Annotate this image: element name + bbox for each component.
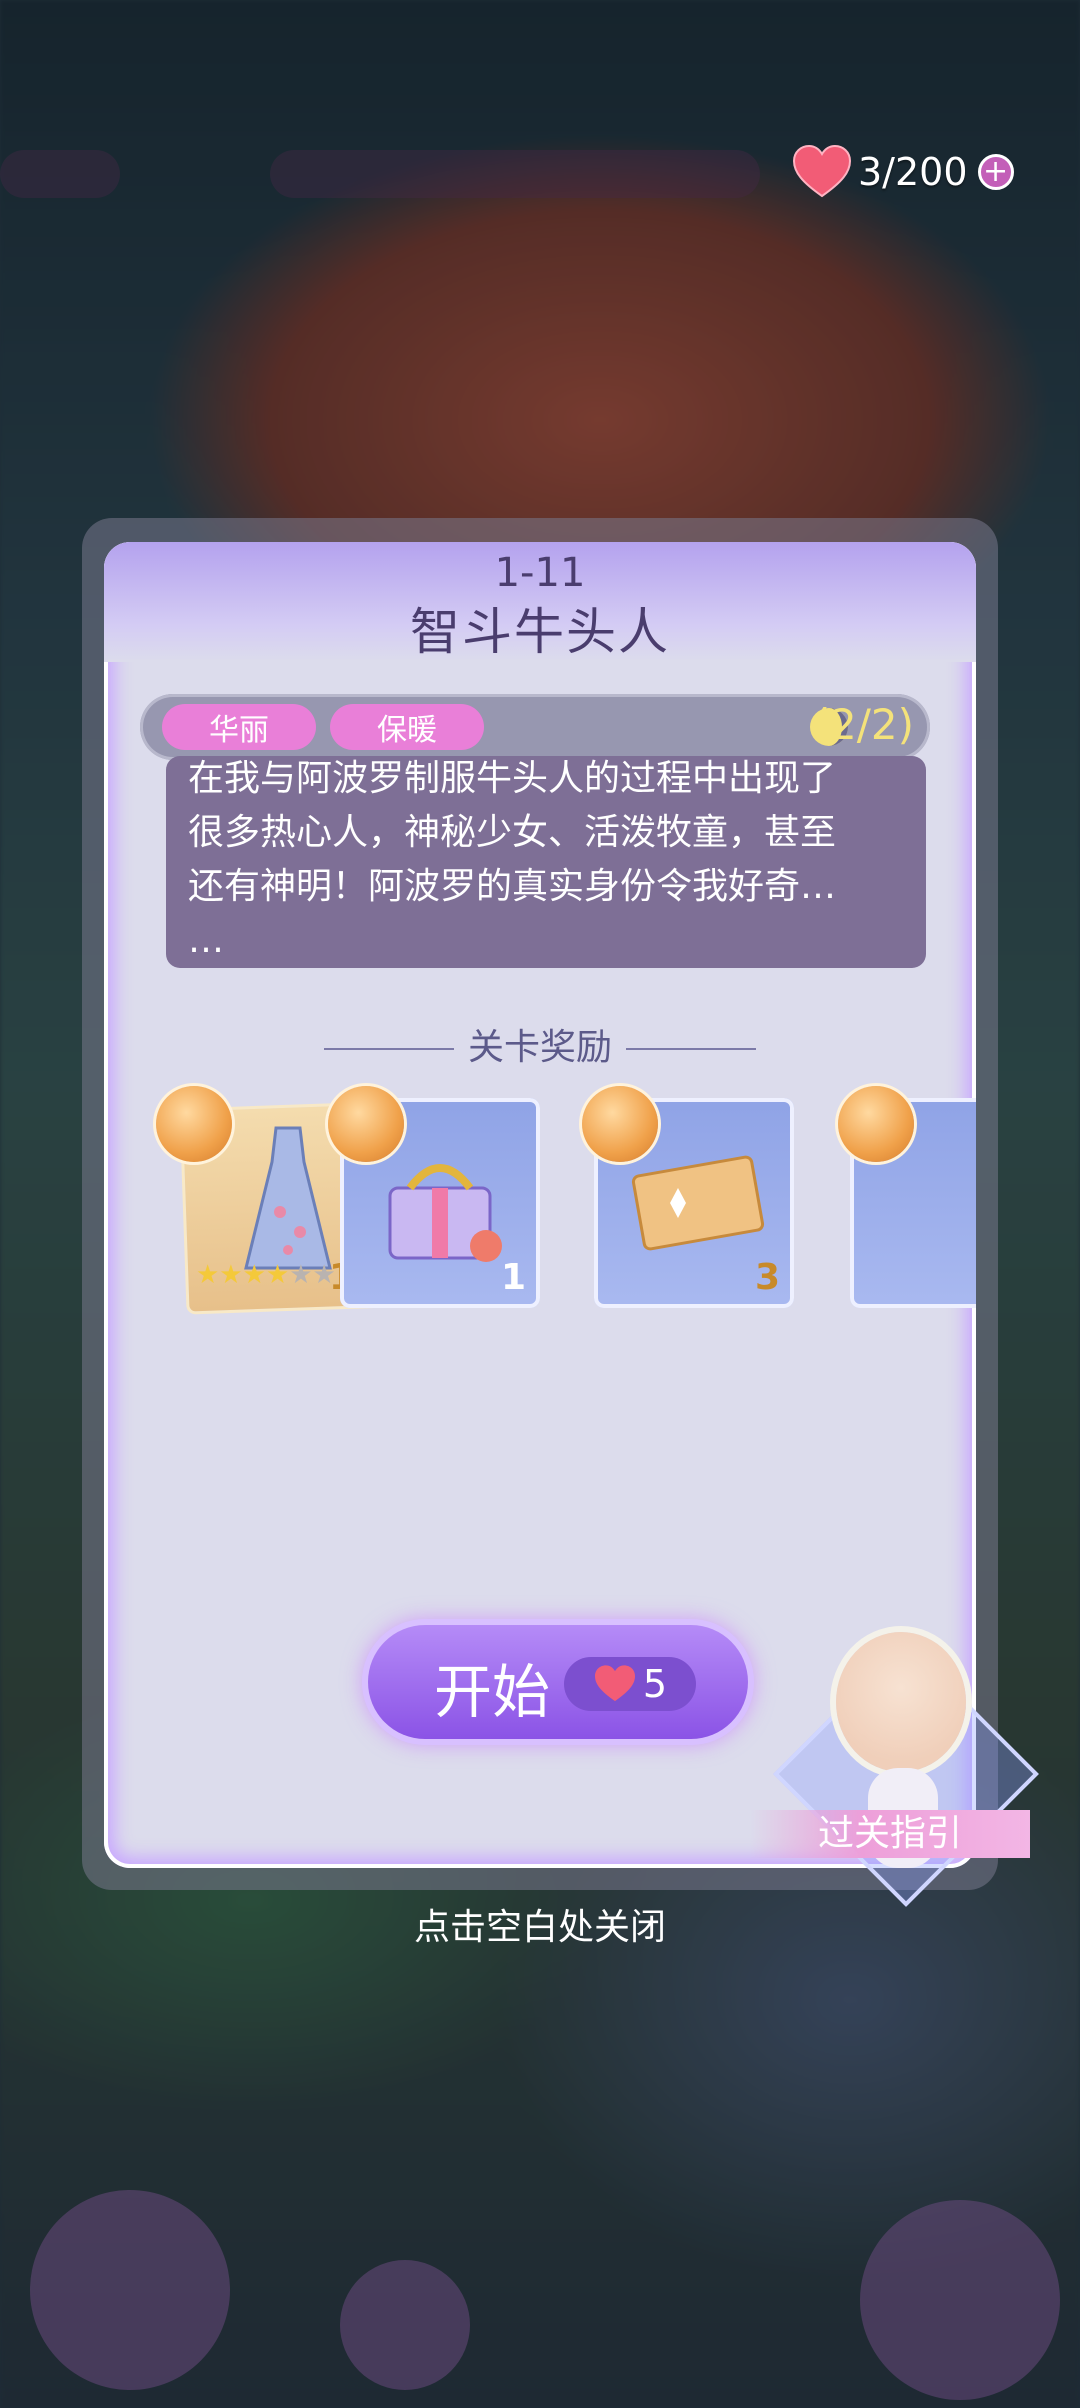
tap-to-close-hint: 点击空白处关闭 bbox=[413, 1907, 666, 1948]
bottom-avatar-icon bbox=[860, 2200, 1060, 2400]
level-number: 1-11 bbox=[494, 550, 586, 596]
bottom-menu-icon bbox=[30, 2190, 230, 2390]
plus-circle-icon[interactable]: + bbox=[977, 154, 1014, 190]
reward-gift-box[interactable]: 1 bbox=[328, 1086, 540, 1308]
start-cost-value: 5 bbox=[642, 1662, 668, 1706]
heart-icon bbox=[792, 144, 852, 198]
reward-title-text: 关卡奖励 bbox=[467, 1027, 612, 1068]
bottom-menu-icon bbox=[340, 2260, 470, 2390]
crown-icon bbox=[582, 1086, 658, 1162]
tag-bar: 华丽 保暖 (2/2) bbox=[140, 694, 930, 760]
story-line: 在我与阿波罗制服牛头人的过程中出现了 bbox=[188, 758, 837, 799]
ticket-icon bbox=[631, 1155, 765, 1251]
rarity-stars: ★★★★★★ bbox=[196, 1260, 336, 1290]
guide-label: 过关指引 bbox=[750, 1810, 1030, 1858]
divider-right bbox=[626, 1048, 756, 1050]
top-status-bar: 3/200 + bbox=[0, 140, 1080, 200]
reward-ticket[interactable]: 3 bbox=[582, 1086, 794, 1308]
level-name: 智斗牛头人 bbox=[410, 603, 670, 661]
heart-icon bbox=[594, 1665, 635, 1702]
story-line: … bbox=[188, 920, 224, 961]
reward-partial[interactable] bbox=[838, 1086, 976, 1308]
progress-count: (2/2) bbox=[813, 700, 914, 749]
reward-section-title: 关卡奖励 bbox=[104, 1018, 976, 1070]
reward-count: 1 bbox=[500, 1257, 526, 1298]
tag-gorgeous: 华丽 bbox=[162, 704, 316, 750]
story-line: 很多热心人，神秘少女、活泼牧童，甚至 bbox=[188, 812, 837, 853]
crown-icon bbox=[328, 1086, 404, 1162]
tag-warm: 保暖 bbox=[330, 704, 484, 750]
gift-box-icon bbox=[388, 1164, 502, 1262]
dress-icon bbox=[244, 1126, 332, 1270]
story-line: 还有神明！阿波罗的真实身份令我好奇… bbox=[188, 866, 837, 907]
blurred-resource-pill bbox=[270, 150, 760, 198]
fairy-avatar bbox=[836, 1632, 966, 1772]
divider-left bbox=[323, 1048, 454, 1050]
reward-count: 3 bbox=[754, 1257, 780, 1298]
hearts-value: 3/200 bbox=[858, 150, 968, 194]
story-box: 在我与阿波罗制服牛头人的过程中出现了 很多热心人，神秘少女、活泼牧童，甚至 还有… bbox=[166, 756, 926, 968]
start-label: 开始 bbox=[434, 1658, 551, 1726]
crown-icon bbox=[156, 1086, 232, 1162]
hearts-counter: 3/200 + bbox=[792, 140, 1014, 204]
start-cost: 5 bbox=[564, 1657, 696, 1711]
clear-guide-button[interactable]: 过关指引 bbox=[750, 1600, 1040, 1907]
blurred-pill-left bbox=[0, 150, 120, 198]
start-button[interactable]: 开始 5 bbox=[368, 1625, 748, 1739]
crown-icon bbox=[838, 1086, 914, 1162]
